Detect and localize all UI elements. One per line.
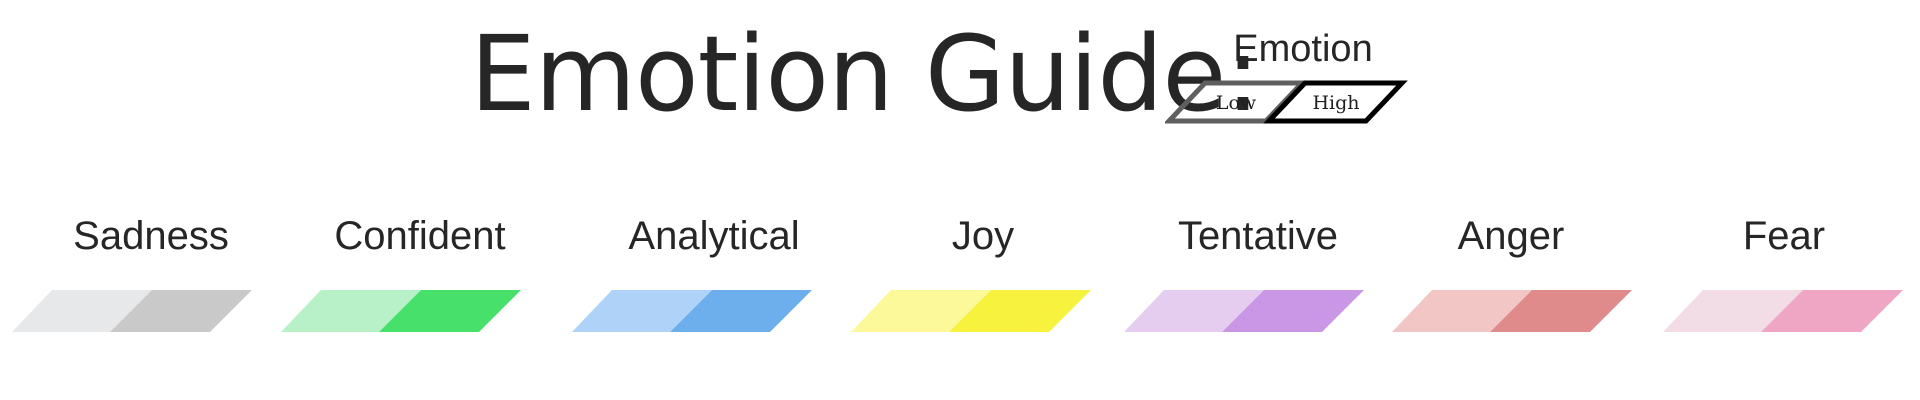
emotion-label-joy: Joy [951, 214, 1015, 258]
legend-high-label: High [1312, 92, 1359, 114]
emotion-label-tentative: Tentative [1177, 214, 1339, 258]
emotion-swatch-sadness [12, 290, 252, 332]
legend: Low High [1165, 80, 1408, 124]
legend-low-label: Low [1216, 92, 1257, 114]
page-title: Emotion Guide: [470, 13, 1260, 135]
emotion-swatch-joy [851, 290, 1091, 332]
emotion-swatch-fear [1663, 290, 1903, 332]
emotion-label-confident: Confident [334, 214, 506, 258]
emotion-swatch-confident [281, 290, 521, 332]
emotion-label-sadness: Sadness [73, 214, 229, 258]
emotion-label-anger: Anger [1457, 214, 1565, 258]
emotion-swatch-tentative [1124, 290, 1364, 332]
emotion-swatch-anger [1392, 290, 1632, 332]
emotion-label-fear: Fear [1742, 214, 1826, 258]
emotion-swatch-analytical [572, 290, 812, 332]
emotion-label-analytical: Analytical [628, 214, 800, 258]
legend-title: Emotion [1233, 28, 1373, 70]
